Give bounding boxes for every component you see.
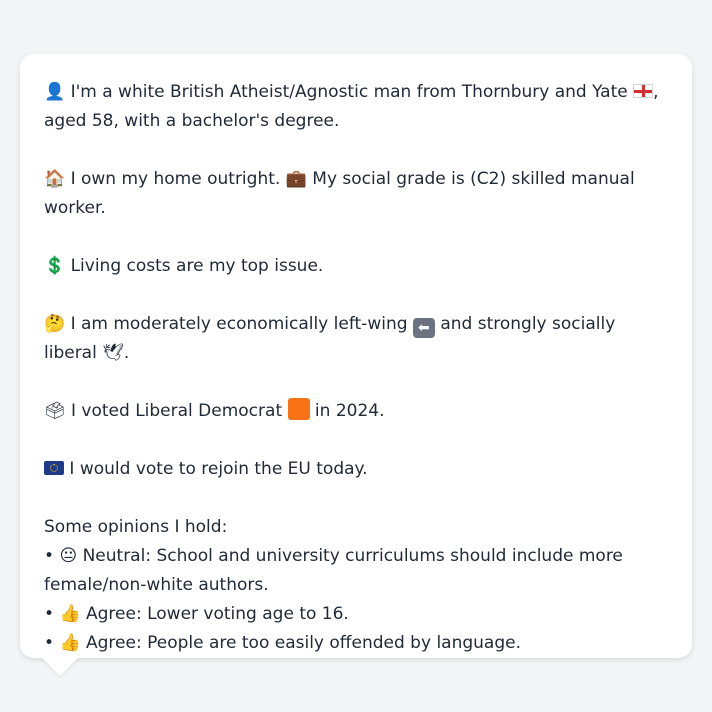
list-item: • 👍 Agree: Lower voting age to 16. (44, 600, 672, 629)
bubble-tail (40, 656, 80, 676)
neutral-face-icon: 😐 (59, 546, 78, 566)
left-arrow-icon: ⬅ (412, 318, 435, 338)
thinking-face-icon: 🤔 (44, 314, 66, 334)
message-bubble: 👤 I'm a white British Atheist/Agnostic m… (20, 54, 692, 658)
politics-text-a: I am moderately economically left-wing (70, 314, 408, 334)
vote-text-a: I voted Liberal Democrat (71, 401, 283, 421)
dove-icon: 🕊 (102, 343, 124, 363)
england-flag-icon (633, 84, 654, 98)
list-item: • 👍 Agree: People are too easily offende… (44, 629, 672, 658)
person-icon: 👤 (44, 82, 66, 102)
opinions-heading: Some opinions I hold: (44, 517, 228, 537)
opinion-text: Neutral: School and university curriculu… (44, 546, 623, 595)
intro-line: 👤 I'm a white British Atheist/Agnostic m… (44, 78, 672, 136)
cost-text: Living costs are my top issue. (70, 256, 324, 276)
opinion-text: Agree: People are too easily offended by… (86, 633, 521, 653)
bullet: • (44, 633, 55, 653)
eu-flag-icon (44, 461, 64, 475)
politics-end: . (123, 343, 130, 363)
housing-line: 🏠 I own my home outright. 💼 My social gr… (44, 165, 672, 223)
opinion-text: Agree: Lower voting age to 16. (86, 604, 349, 624)
thumbs-up-icon: 👍 (59, 633, 81, 653)
vote-line: 🗳 I voted Liberal Democrat in 2024. (44, 397, 672, 426)
eu-line: I would vote to rejoin the EU today. (44, 455, 672, 484)
home-text: I own my home outright. (70, 169, 281, 189)
thumbs-up-icon: 👍 (59, 604, 81, 624)
vote-text-b: in 2024. (314, 401, 385, 421)
house-icon: 🏠 (44, 169, 66, 189)
dollar-icon: 💲 (44, 256, 66, 276)
eu-text: I would vote to rejoin the EU today. (69, 459, 368, 479)
bullet: • (44, 546, 55, 566)
politics-line: 🤔 I am moderately economically left-wing… (44, 310, 672, 368)
cost-line: 💲 Living costs are my top issue. (44, 252, 672, 281)
bullet: • (44, 604, 55, 624)
ballot-box-icon: 🗳 (44, 401, 66, 421)
orange-square-icon (287, 398, 310, 420)
briefcase-icon: 💼 (285, 169, 307, 189)
intro-text: I'm a white British Atheist/Agnostic man… (70, 82, 628, 102)
list-item: • 😐 Neutral: School and university curri… (44, 542, 672, 600)
